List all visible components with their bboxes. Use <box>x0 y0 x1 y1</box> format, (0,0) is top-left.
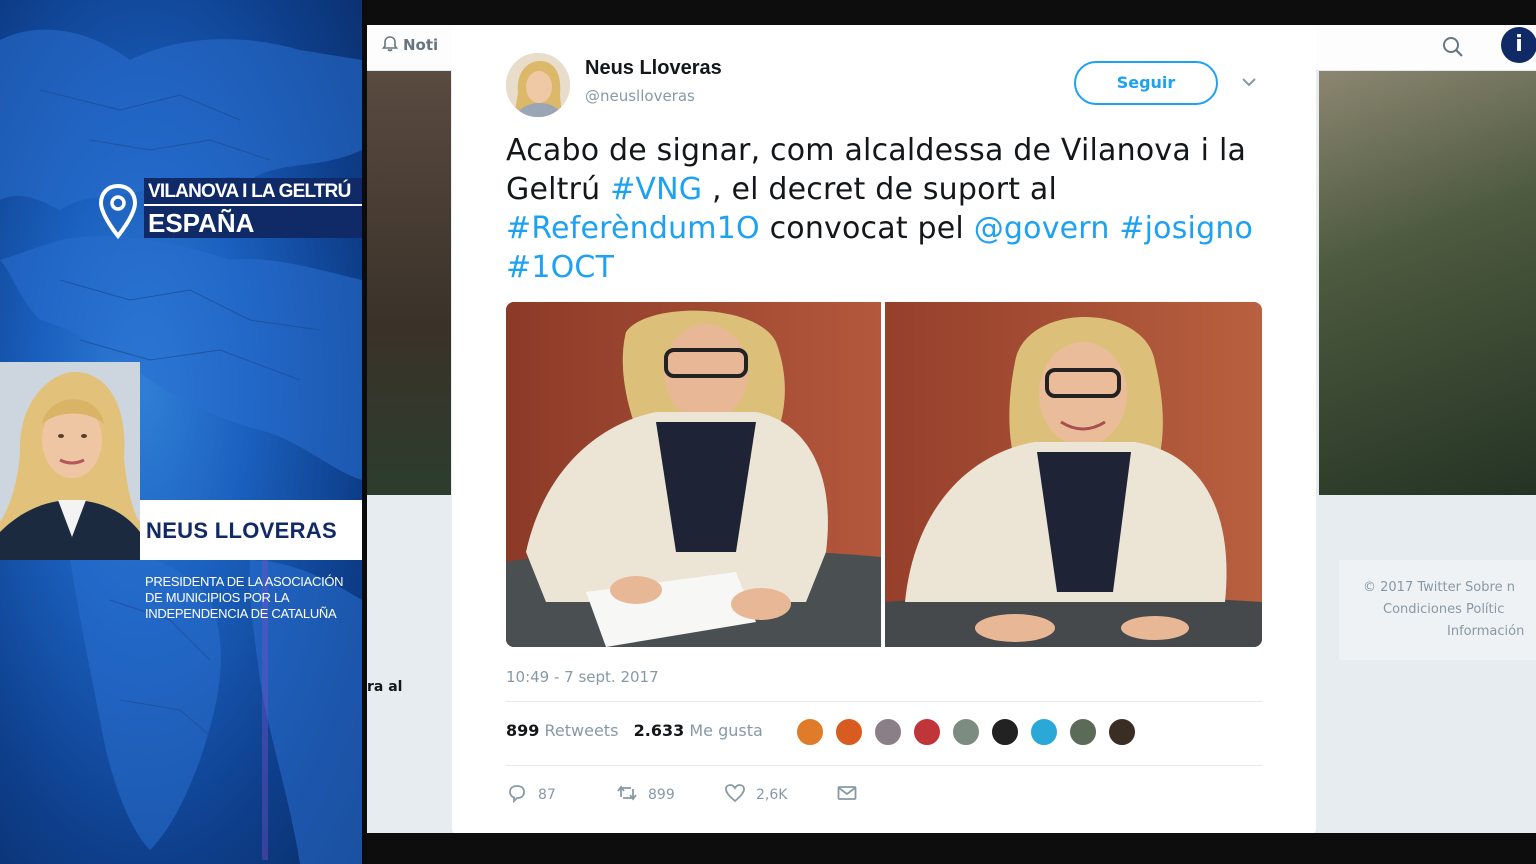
tweet-text-segment: convocat pel <box>759 211 974 246</box>
divider <box>506 765 1262 766</box>
hashtag-link[interactable]: #1OCT <box>506 250 614 285</box>
channel-logo: i <box>1501 27 1536 63</box>
notifications-label: Noti <box>403 36 439 54</box>
divider <box>506 701 1262 702</box>
background-header-photo <box>1319 71 1536 495</box>
reply-button[interactable]: 87 <box>506 782 556 806</box>
reply-icon <box>509 785 525 804</box>
background-profile-photo <box>367 71 451 495</box>
broadcast-side-panel: VILANOVA I LA GELTRÚ ESPAÑA NEUS LLOVERA… <box>0 0 362 864</box>
retweets-label[interactable]: Retweets <box>545 721 619 740</box>
liker-avatar[interactable] <box>951 717 981 747</box>
heart-icon <box>725 784 745 803</box>
envelope-icon <box>837 786 857 800</box>
footer-link[interactable]: Condiciones Polític <box>1383 602 1504 617</box>
location-city-label: VILANOVA I LA GELTRÚ <box>144 178 362 206</box>
tweet-text-segment <box>1110 211 1120 246</box>
liker-avatar[interactable] <box>1107 717 1137 747</box>
tweet-timestamp[interactable]: 10:49 - 7 sept. 2017 <box>506 668 659 686</box>
guest-portrait <box>0 362 140 560</box>
footer-link[interactable]: © 2017 Twitter Sobre n <box>1363 580 1515 595</box>
guest-role-line: DE MUNICIPIOS POR LA <box>145 590 290 605</box>
footer-links-card: © 2017 Twitter Sobre n Condiciones Polít… <box>1339 560 1536 660</box>
retweet-count: 899 <box>648 787 675 803</box>
likes-label[interactable]: Me gusta <box>689 721 762 740</box>
hashtag-link[interactable]: #Referèndum1O <box>506 211 760 246</box>
guest-role-line: INDEPENDENCIA DE CATALUÑA <box>145 606 337 621</box>
chevron-down-icon[interactable] <box>1238 71 1260 93</box>
liker-avatar[interactable] <box>912 717 942 747</box>
hashtag-link[interactable]: #josigno <box>1119 211 1253 246</box>
location-country-label: ESPAÑA <box>144 206 362 238</box>
follow-button[interactable]: Seguir <box>1074 61 1218 105</box>
liker-avatar[interactable] <box>1029 717 1059 747</box>
like-count: 2,6K <box>756 787 788 803</box>
liker-avatar[interactable] <box>990 717 1020 747</box>
tweet-text: Acabo de signar, com alcaldessa de Vilan… <box>506 131 1276 287</box>
tweet-stats: 899 Retweets 2.633 Me gusta <box>506 721 763 740</box>
direct-message-button[interactable] <box>836 782 868 806</box>
retweets-count[interactable]: 899 <box>506 721 539 740</box>
author-handle[interactable]: @neuslloveras <box>585 87 695 105</box>
tweet-photo[interactable] <box>885 302 1262 647</box>
reply-count: 87 <box>538 787 556 803</box>
hashtag-link[interactable]: @govern <box>974 211 1110 246</box>
bell-icon <box>381 36 399 52</box>
guest-name: NEUS LLOVERAS <box>146 518 337 543</box>
tweet-media[interactable] <box>506 302 1262 647</box>
retweet-button[interactable]: 899 <box>616 782 675 806</box>
liker-avatar[interactable] <box>795 717 825 747</box>
tweet-photo[interactable] <box>506 302 881 647</box>
liker-avatar[interactable] <box>873 717 903 747</box>
location-pin-icon <box>98 184 138 240</box>
guest-role: PRESIDENTA DE LA ASOCIACIÓN DE MUNICIPIO… <box>145 574 360 622</box>
like-button[interactable]: 2,6K <box>724 782 787 806</box>
liker-avatar[interactable] <box>1068 717 1098 747</box>
hashtag-link[interactable]: #VNG <box>610 172 702 207</box>
tweet-text-segment: , el decret de suport al <box>702 172 1058 207</box>
retweet-icon <box>617 785 637 801</box>
guest-role-line: PRESIDENTA DE LA ASOCIACIÓN <box>145 574 344 589</box>
author-avatar[interactable] <box>506 53 570 117</box>
notifications-tab[interactable]: Noti <box>381 35 438 54</box>
liker-avatar[interactable] <box>834 717 864 747</box>
background-tweet-snippet: ra al <box>367 679 403 695</box>
tweet-modal: Neus Lloveras @neuslloveras Seguir Acabo… <box>452 25 1316 833</box>
likes-count[interactable]: 2.633 <box>634 721 685 740</box>
author-name[interactable]: Neus Lloveras <box>585 57 722 80</box>
search-icon[interactable] <box>1441 35 1465 59</box>
footer-link[interactable]: Información <box>1447 624 1524 639</box>
